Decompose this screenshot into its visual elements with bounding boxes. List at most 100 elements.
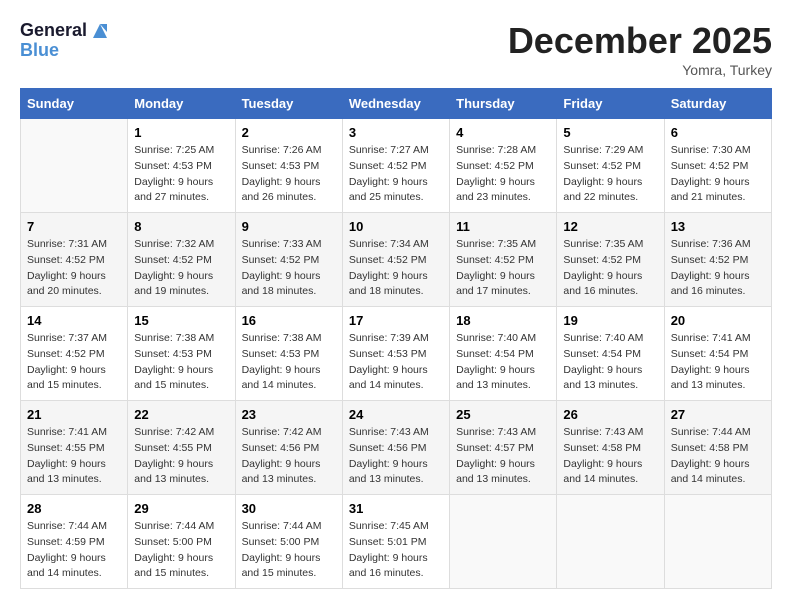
day-info: Sunrise: 7:25 AMSunset: 4:53 PMDaylight:… bbox=[134, 143, 228, 206]
day-cell: 24 Sunrise: 7:43 AMSunset: 4:56 PMDayligh… bbox=[342, 401, 449, 495]
day-number: 11 bbox=[456, 219, 550, 234]
day-cell: 30 Sunrise: 7:44 AMSunset: 5:00 PMDayligh… bbox=[235, 495, 342, 589]
day-info: Sunrise: 7:26 AMSunset: 4:53 PMDaylight:… bbox=[242, 143, 336, 206]
logo-text: General bbox=[20, 20, 111, 42]
week-row-2: 7 Sunrise: 7:31 AMSunset: 4:52 PMDaylight… bbox=[21, 213, 772, 307]
day-info: Sunrise: 7:41 AMSunset: 4:54 PMDaylight:… bbox=[671, 331, 765, 394]
day-number: 9 bbox=[242, 219, 336, 234]
day-cell: 23 Sunrise: 7:42 AMSunset: 4:56 PMDayligh… bbox=[235, 401, 342, 495]
day-number: 5 bbox=[563, 125, 657, 140]
day-cell: 29 Sunrise: 7:44 AMSunset: 5:00 PMDayligh… bbox=[128, 495, 235, 589]
day-number: 17 bbox=[349, 313, 443, 328]
day-cell: 11 Sunrise: 7:35 AMSunset: 4:52 PMDayligh… bbox=[450, 213, 557, 307]
header-friday: Friday bbox=[557, 89, 664, 119]
day-cell: 26Sunrise: 7:43 AMSunset: 4:58 PMDayligh… bbox=[557, 401, 664, 495]
day-number: 19 bbox=[563, 313, 657, 328]
day-cell: 16 Sunrise: 7:38 AMSunset: 4:53 PMDayligh… bbox=[235, 307, 342, 401]
day-info: Sunrise: 7:45 AMSunset: 5:01 PMDaylight:… bbox=[349, 519, 443, 582]
day-info: Sunrise: 7:44 AMSunset: 5:00 PMDaylight:… bbox=[242, 519, 336, 582]
day-cell: 2 Sunrise: 7:26 AMSunset: 4:53 PMDaylight… bbox=[235, 119, 342, 213]
day-cell bbox=[450, 495, 557, 589]
day-info: Sunrise: 7:39 AMSunset: 4:53 PMDaylight:… bbox=[349, 331, 443, 394]
day-cell: 12Sunrise: 7:35 AMSunset: 4:52 PMDayligh… bbox=[557, 213, 664, 307]
day-info: Sunrise: 7:35 AMSunset: 4:52 PMDaylight:… bbox=[456, 237, 550, 300]
day-number: 24 bbox=[349, 407, 443, 422]
day-info: Sunrise: 7:40 AMSunset: 4:54 PMDaylight:… bbox=[563, 331, 657, 394]
day-number: 27 bbox=[671, 407, 765, 422]
day-info: Sunrise: 7:32 AMSunset: 4:52 PMDaylight:… bbox=[134, 237, 228, 300]
day-cell: 14Sunrise: 7:37 AMSunset: 4:52 PMDayligh… bbox=[21, 307, 128, 401]
day-cell: 1Sunrise: 7:25 AMSunset: 4:53 PMDaylight… bbox=[128, 119, 235, 213]
day-number: 16 bbox=[242, 313, 336, 328]
title-block: December 2025 Yomra, Turkey bbox=[508, 20, 772, 78]
header-row: SundayMondayTuesdayWednesdayThursdayFrid… bbox=[21, 89, 772, 119]
day-info: Sunrise: 7:31 AMSunset: 4:52 PMDaylight:… bbox=[27, 237, 121, 300]
day-info: Sunrise: 7:44 AMSunset: 4:58 PMDaylight:… bbox=[671, 425, 765, 488]
day-info: Sunrise: 7:43 AMSunset: 4:57 PMDaylight:… bbox=[456, 425, 550, 488]
day-info: Sunrise: 7:42 AMSunset: 4:56 PMDaylight:… bbox=[242, 425, 336, 488]
day-info: Sunrise: 7:44 AMSunset: 5:00 PMDaylight:… bbox=[134, 519, 228, 582]
day-cell: 28Sunrise: 7:44 AMSunset: 4:59 PMDayligh… bbox=[21, 495, 128, 589]
header-tuesday: Tuesday bbox=[235, 89, 342, 119]
day-number: 29 bbox=[134, 501, 228, 516]
day-number: 4 bbox=[456, 125, 550, 140]
week-row-1: 1Sunrise: 7:25 AMSunset: 4:53 PMDaylight… bbox=[21, 119, 772, 213]
day-cell: 3 Sunrise: 7:27 AMSunset: 4:52 PMDaylight… bbox=[342, 119, 449, 213]
day-cell: 19 Sunrise: 7:40 AMSunset: 4:54 PMDayligh… bbox=[557, 307, 664, 401]
day-cell: 15Sunrise: 7:38 AMSunset: 4:53 PMDayligh… bbox=[128, 307, 235, 401]
day-number: 20 bbox=[671, 313, 765, 328]
day-info: Sunrise: 7:40 AMSunset: 4:54 PMDaylight:… bbox=[456, 331, 550, 394]
day-cell: 13 Sunrise: 7:36 AMSunset: 4:52 PMDayligh… bbox=[664, 213, 771, 307]
day-info: Sunrise: 7:38 AMSunset: 4:53 PMDaylight:… bbox=[134, 331, 228, 394]
location: Yomra, Turkey bbox=[508, 62, 772, 78]
day-cell: 10 Sunrise: 7:34 AMSunset: 4:52 PMDayligh… bbox=[342, 213, 449, 307]
day-number: 12 bbox=[563, 219, 657, 234]
header-saturday: Saturday bbox=[664, 89, 771, 119]
day-number: 2 bbox=[242, 125, 336, 140]
day-number: 6 bbox=[671, 125, 765, 140]
day-info: Sunrise: 7:43 AMSunset: 4:58 PMDaylight:… bbox=[563, 425, 657, 488]
week-row-5: 28Sunrise: 7:44 AMSunset: 4:59 PMDayligh… bbox=[21, 495, 772, 589]
day-number: 7 bbox=[27, 219, 121, 234]
week-row-3: 14Sunrise: 7:37 AMSunset: 4:52 PMDayligh… bbox=[21, 307, 772, 401]
day-cell: 8 Sunrise: 7:32 AMSunset: 4:52 PMDaylight… bbox=[128, 213, 235, 307]
day-cell bbox=[557, 495, 664, 589]
day-number: 31 bbox=[349, 501, 443, 516]
day-info: Sunrise: 7:36 AMSunset: 4:52 PMDaylight:… bbox=[671, 237, 765, 300]
day-info: Sunrise: 7:33 AMSunset: 4:52 PMDaylight:… bbox=[242, 237, 336, 300]
day-cell bbox=[664, 495, 771, 589]
logo: General Blue bbox=[20, 20, 111, 61]
day-info: Sunrise: 7:34 AMSunset: 4:52 PMDaylight:… bbox=[349, 237, 443, 300]
day-cell: 31 Sunrise: 7:45 AMSunset: 5:01 PMDayligh… bbox=[342, 495, 449, 589]
day-number: 14 bbox=[27, 313, 121, 328]
day-number: 13 bbox=[671, 219, 765, 234]
day-cell: 7 Sunrise: 7:31 AMSunset: 4:52 PMDaylight… bbox=[21, 213, 128, 307]
day-number: 22 bbox=[134, 407, 228, 422]
day-number: 8 bbox=[134, 219, 228, 234]
day-number: 21 bbox=[27, 407, 121, 422]
header-monday: Monday bbox=[128, 89, 235, 119]
day-cell: 5 Sunrise: 7:29 AMSunset: 4:52 PMDaylight… bbox=[557, 119, 664, 213]
day-cell: 17 Sunrise: 7:39 AMSunset: 4:53 PMDayligh… bbox=[342, 307, 449, 401]
day-info: Sunrise: 7:44 AMSunset: 4:59 PMDaylight:… bbox=[27, 519, 121, 582]
day-cell: 27 Sunrise: 7:44 AMSunset: 4:58 PMDayligh… bbox=[664, 401, 771, 495]
day-number: 3 bbox=[349, 125, 443, 140]
logo-icon bbox=[89, 20, 111, 42]
day-info: Sunrise: 7:27 AMSunset: 4:52 PMDaylight:… bbox=[349, 143, 443, 206]
day-info: Sunrise: 7:43 AMSunset: 4:56 PMDaylight:… bbox=[349, 425, 443, 488]
day-info: Sunrise: 7:38 AMSunset: 4:53 PMDaylight:… bbox=[242, 331, 336, 394]
day-cell: 4Sunrise: 7:28 AMSunset: 4:52 PMDaylight… bbox=[450, 119, 557, 213]
day-info: Sunrise: 7:42 AMSunset: 4:55 PMDaylight:… bbox=[134, 425, 228, 488]
day-number: 10 bbox=[349, 219, 443, 234]
day-info: Sunrise: 7:29 AMSunset: 4:52 PMDaylight:… bbox=[563, 143, 657, 206]
day-number: 30 bbox=[242, 501, 336, 516]
day-number: 23 bbox=[242, 407, 336, 422]
day-cell: 25 Sunrise: 7:43 AMSunset: 4:57 PMDayligh… bbox=[450, 401, 557, 495]
calendar-table: SundayMondayTuesdayWednesdayThursdayFrid… bbox=[20, 88, 772, 589]
day-number: 18 bbox=[456, 313, 550, 328]
day-number: 25 bbox=[456, 407, 550, 422]
month-title: December 2025 bbox=[508, 20, 772, 62]
day-cell: 9 Sunrise: 7:33 AMSunset: 4:52 PMDaylight… bbox=[235, 213, 342, 307]
day-info: Sunrise: 7:30 AMSunset: 4:52 PMDaylight:… bbox=[671, 143, 765, 206]
page-header: General Blue December 2025 Yomra, Turkey bbox=[20, 20, 772, 78]
